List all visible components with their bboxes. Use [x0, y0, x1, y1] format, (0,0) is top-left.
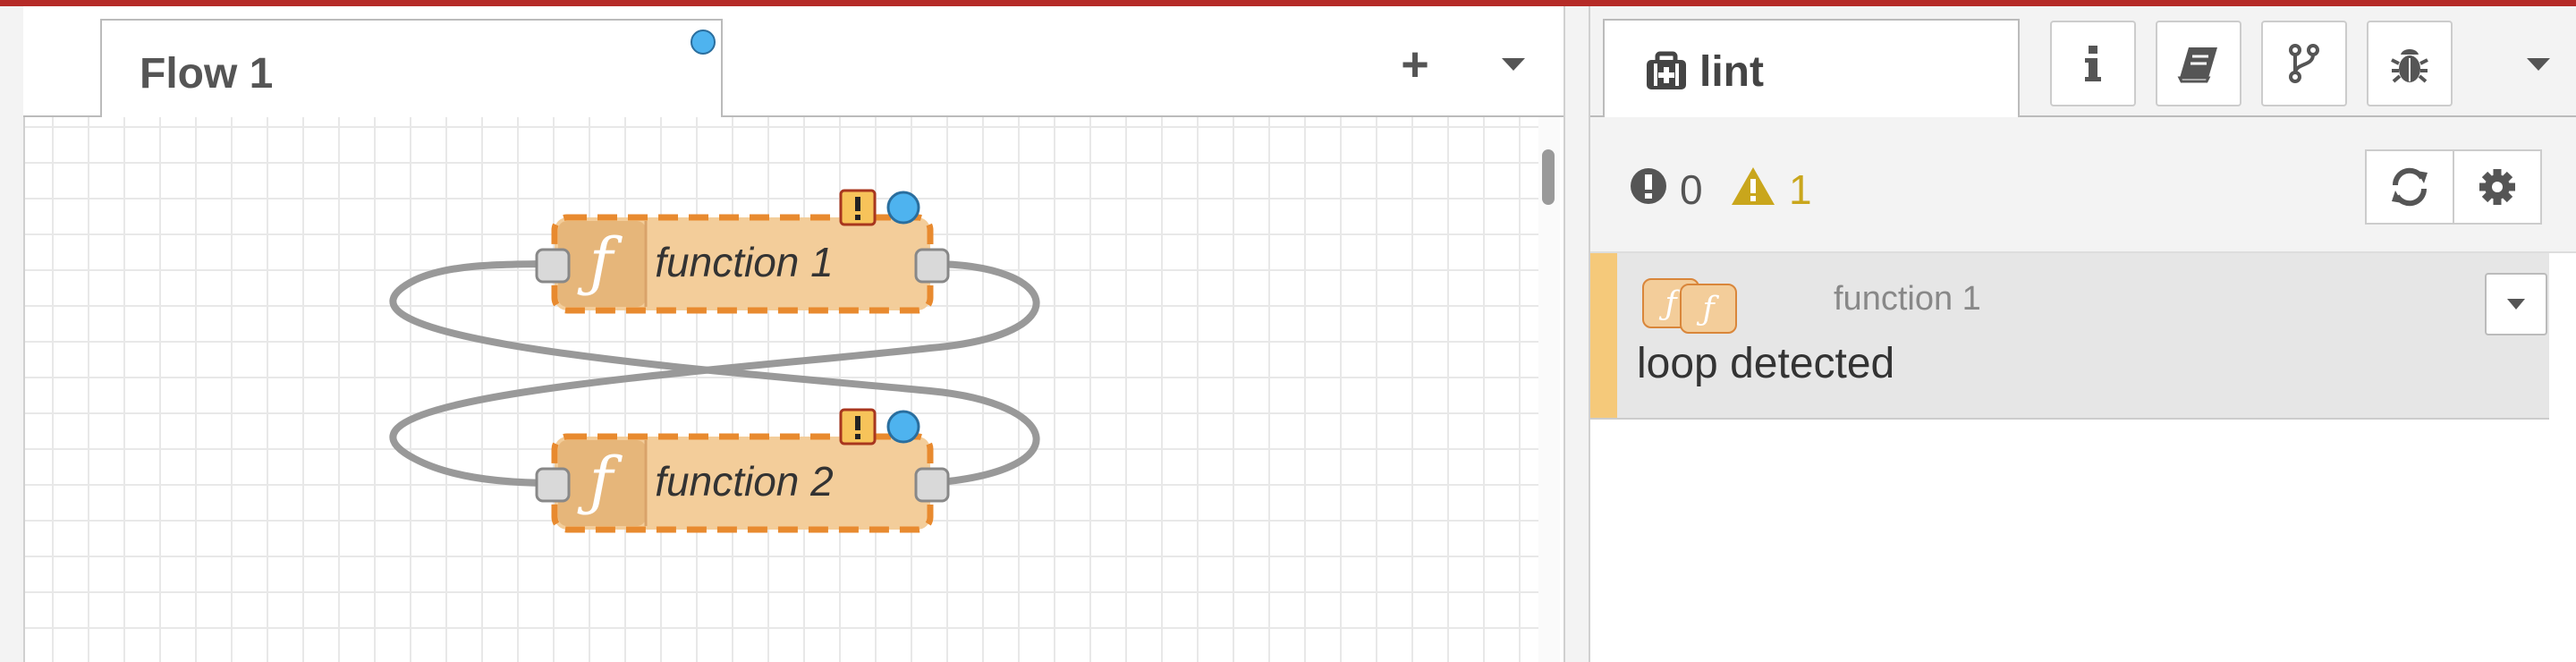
node-icon-glyph: ƒ [1702, 290, 1715, 327]
function-1-input-port[interactable] [535, 248, 571, 284]
medkit-icon [1644, 51, 1689, 97]
book-icon [2177, 47, 2217, 83]
caret-down-icon [2527, 58, 2550, 71]
sidebar-menu-button[interactable] [2512, 42, 2565, 87]
function-1-status-dot [886, 191, 920, 225]
warning-stripe [1590, 253, 1617, 418]
sidebar-tabbar: lint [1590, 6, 2576, 119]
tab-flow-1[interactable]: Flow 1 [100, 19, 723, 119]
lint-toolbar: 0 1 [1590, 117, 2576, 253]
warning-count: 1 [1789, 166, 1812, 213]
tab-changed-dot [691, 30, 716, 55]
function-2-input-port[interactable] [535, 467, 571, 503]
tab-lint-label: lint [1699, 48, 1764, 96]
sidebar: lint 0 1 ƒ ƒ function 1 loop detected [1590, 6, 2576, 662]
function-1-warning-icon [839, 189, 877, 226]
git-tab-button[interactable] [2261, 21, 2347, 106]
warning-icon [1732, 167, 1775, 205]
top-accent-bar [0, 0, 2576, 6]
info-icon [2085, 46, 2101, 81]
workspace-tabbar: Flow 1 + [23, 6, 1563, 119]
function-2-warning-icon [839, 408, 877, 446]
caret-down-icon [2507, 299, 2525, 310]
gear-icon [2479, 169, 2515, 205]
function-2-status-dot [886, 410, 920, 444]
tab-flow-1-label: Flow 1 [140, 50, 274, 98]
canvas-scrollbar-thumb[interactable] [1542, 149, 1555, 205]
debug-tab-button[interactable] [2367, 21, 2453, 106]
function-1-label: function 1 [655, 239, 833, 285]
flow-list-menu-button[interactable] [1487, 42, 1540, 87]
issue-node-label[interactable]: function 1 [1834, 280, 1981, 318]
sidebar-splitter[interactable] [1563, 6, 1590, 662]
lint-settings-button[interactable] [2453, 149, 2542, 225]
function-2-output-port[interactable] [914, 467, 950, 503]
error-icon [1631, 168, 1666, 204]
node-icon: ƒ [1680, 284, 1737, 334]
add-flow-button[interactable]: + [1388, 38, 1442, 91]
help-tab-button[interactable] [2156, 21, 2241, 106]
workspace: Flow 1 + ƒ function 1 ƒ function 2 [0, 6, 1563, 662]
flow-canvas[interactable]: ƒ function 1 ƒ function 2 [25, 117, 1547, 662]
issue-message: loop detected [1637, 340, 1895, 387]
function-2-label: function 2 [655, 458, 833, 505]
node-icon-glyph: ƒ [1665, 284, 1677, 322]
flow-diagram: ƒ function 1 ƒ function 2 [389, 189, 1040, 533]
info-tab-button[interactable] [2050, 21, 2136, 106]
function-2-node[interactable]: ƒ function 2 [535, 408, 950, 533]
branch-icon [2289, 44, 2319, 83]
error-count: 0 [1680, 166, 1703, 213]
function-1-output-port[interactable] [914, 248, 950, 284]
issue-dropdown-button[interactable] [2485, 273, 2547, 335]
function-1-node[interactable]: ƒ function 1 [535, 189, 950, 314]
refresh-icon [2392, 167, 2428, 207]
tab-lint[interactable]: lint [1603, 19, 2020, 119]
bug-icon [2391, 49, 2428, 83]
refresh-lint-button[interactable] [2365, 149, 2454, 225]
left-gutter [0, 6, 25, 662]
caret-down-icon [1502, 58, 1525, 71]
lint-issue-item[interactable]: ƒ ƒ function 1 loop detected [1590, 253, 2549, 420]
